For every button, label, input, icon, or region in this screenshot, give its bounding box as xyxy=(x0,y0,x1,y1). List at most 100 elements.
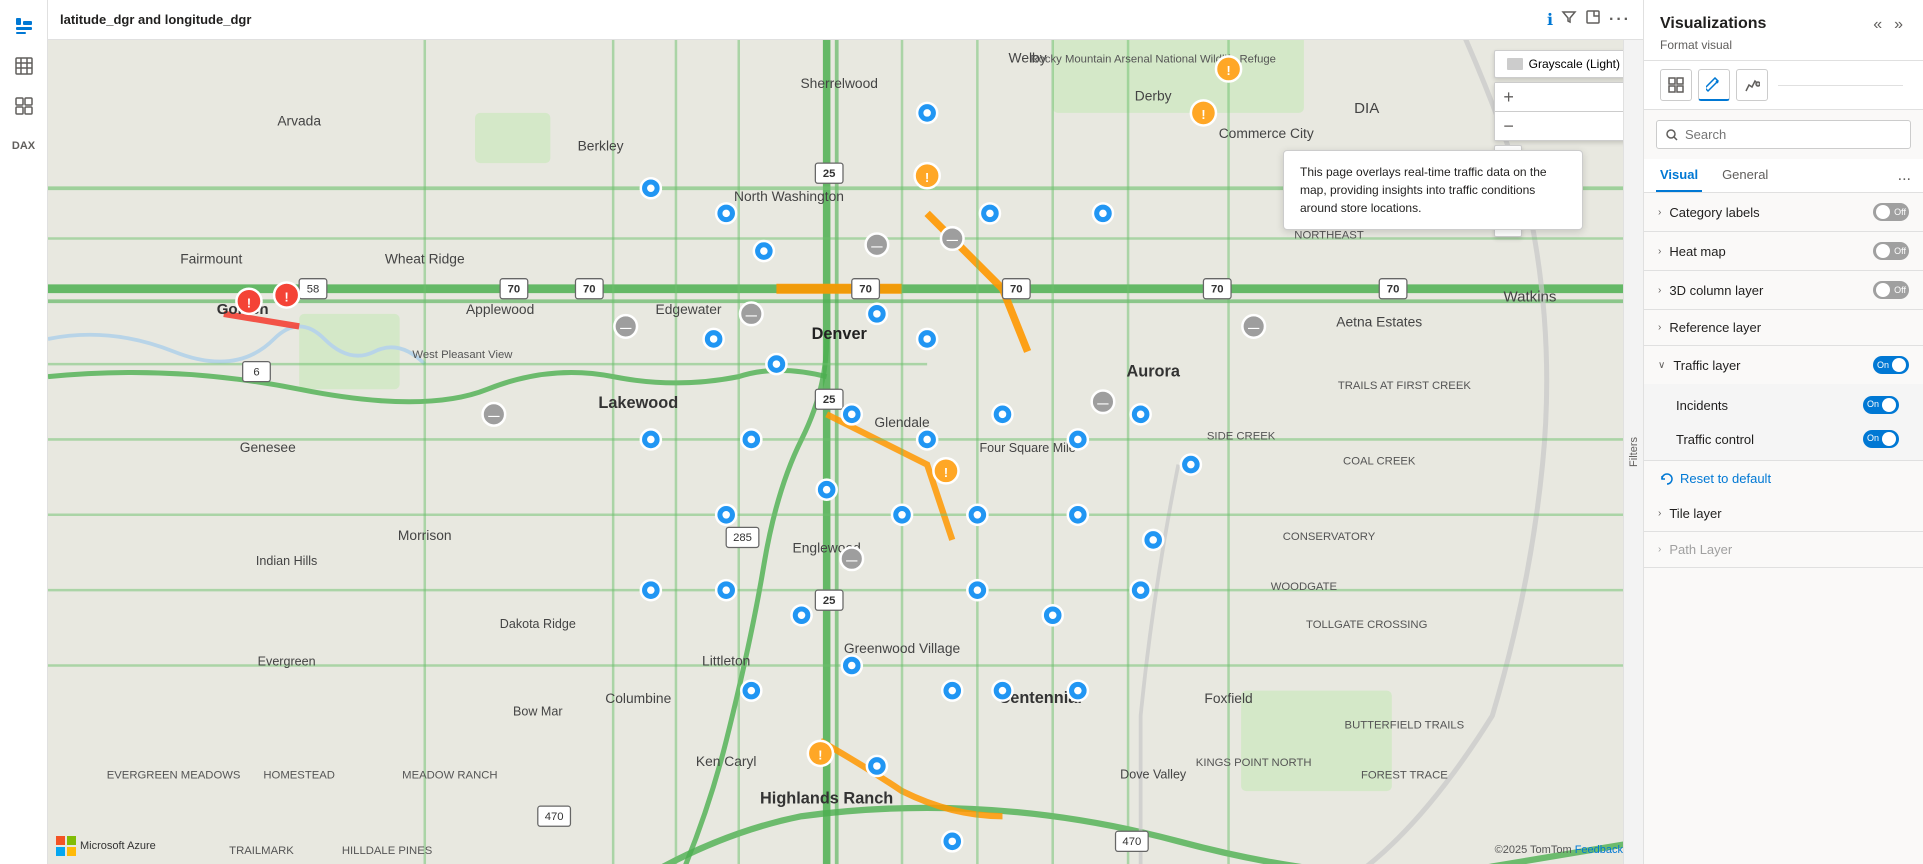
filters-bar[interactable]: Filters xyxy=(1623,40,1643,864)
main-content: latitude_dgr and longitude_dgr ℹ ··· xyxy=(48,0,1643,864)
grid-format-button[interactable] xyxy=(1660,69,1692,101)
toggle-knob xyxy=(1876,244,1890,258)
svg-text:6: 6 xyxy=(253,366,259,378)
traffic-control-toggle[interactable]: On xyxy=(1863,430,1899,448)
azure-logo-label: Microsoft Azure xyxy=(80,840,156,852)
left-sidebar: DAX xyxy=(0,0,48,864)
section-tile-layer-header[interactable]: › Tile layer xyxy=(1644,496,1923,531)
section-3d-column: › 3D column layer Off xyxy=(1644,271,1923,310)
model-nav-icon[interactable] xyxy=(6,88,42,124)
zoom-out-button[interactable]: − xyxy=(1495,112,1523,140)
svg-text:WOODGATE: WOODGATE xyxy=(1271,581,1338,593)
top-bar: latitude_dgr and longitude_dgr ℹ ··· xyxy=(48,0,1643,40)
feedback-link[interactable]: Feedback xyxy=(1575,844,1623,856)
toggle-knob xyxy=(1876,205,1890,219)
map-style-icon xyxy=(1507,58,1523,70)
expand-icon[interactable] xyxy=(1585,9,1601,30)
panel-expand-button[interactable]: » xyxy=(1890,12,1907,38)
svg-text:CONSERVATORY: CONSERVATORY xyxy=(1283,531,1376,543)
svg-text:!: ! xyxy=(247,297,251,311)
search-input[interactable] xyxy=(1685,127,1902,142)
svg-text:70: 70 xyxy=(1387,284,1400,296)
info-icon[interactable]: ℹ xyxy=(1547,10,1553,30)
svg-text:25: 25 xyxy=(823,394,836,406)
tab-general[interactable]: General xyxy=(1718,159,1772,192)
svg-text:Wheat Ridge: Wheat Ridge xyxy=(385,251,465,267)
section-3d-column-header[interactable]: › 3D column layer Off xyxy=(1644,271,1923,309)
svg-text:Indian Hills: Indian Hills xyxy=(256,554,317,568)
chevron-right-icon-3d: › xyxy=(1658,285,1661,296)
section-traffic-layer-title: ∨ Traffic layer xyxy=(1658,358,1741,373)
section-heat-map: › Heat map Off xyxy=(1644,232,1923,271)
panel-subtitle: Format visual xyxy=(1660,38,1907,52)
heat-map-toggle[interactable]: Off xyxy=(1873,242,1909,260)
map-tooltip: This page overlays real-time traffic dat… xyxy=(1283,150,1583,230)
svg-text:NORTHEAST: NORTHEAST xyxy=(1294,229,1364,241)
traffic-control-sub-item: Traffic control On xyxy=(1644,422,1923,456)
svg-text:West Pleasant View: West Pleasant View xyxy=(412,349,513,361)
chevron-right-icon-tile: › xyxy=(1658,508,1661,519)
map-logo: Microsoft Azure xyxy=(56,836,156,856)
report-nav-icon[interactable] xyxy=(6,8,42,44)
format-icons xyxy=(1644,61,1923,110)
panel-collapse-button[interactable]: « xyxy=(1869,12,1886,38)
right-panel: Visualizations « » Format visual xyxy=(1643,0,1923,864)
analytics-format-button[interactable] xyxy=(1736,69,1768,101)
map-attribution: ©2025 TomTom Feedback xyxy=(1495,844,1623,856)
incidents-toggle[interactable]: On xyxy=(1863,396,1899,414)
paint-format-button[interactable] xyxy=(1698,69,1730,101)
reset-button[interactable]: Reset to default xyxy=(1644,461,1923,496)
svg-text:Littleton: Littleton xyxy=(702,653,750,669)
svg-text:Applewood: Applewood xyxy=(466,301,534,317)
section-heat-map-title: › Heat map xyxy=(1658,244,1726,259)
svg-text:—: — xyxy=(1097,398,1109,410)
section-path-layer-title: › Path Layer xyxy=(1658,542,1732,557)
map-container[interactable]: 70 70 70 70 70 70 25 25 25 6 58 xyxy=(48,40,1643,864)
svg-text:70: 70 xyxy=(1211,284,1224,296)
svg-text:Fairmount: Fairmount xyxy=(180,251,242,267)
search-container xyxy=(1656,120,1911,149)
svg-text:70: 70 xyxy=(1010,284,1023,296)
tab-more-button[interactable]: ... xyxy=(1898,167,1911,185)
table-nav-icon[interactable] xyxy=(6,48,42,84)
map-style-button[interactable]: Grayscale (Light) xyxy=(1494,50,1633,78)
svg-text:Genesee: Genesee xyxy=(240,439,296,455)
section-heat-map-header[interactable]: › Heat map Off xyxy=(1644,232,1923,270)
svg-text:Morrison: Morrison xyxy=(398,527,452,543)
svg-text:MEADOW RANCH: MEADOW RANCH xyxy=(402,770,497,782)
svg-text:Evergreen: Evergreen xyxy=(258,655,316,669)
traffic-layer-toggle[interactable]: On xyxy=(1873,356,1909,374)
svg-text:!: ! xyxy=(818,749,822,763)
svg-text:—: — xyxy=(871,241,883,253)
section-category-labels-header[interactable]: › Category labels Off xyxy=(1644,193,1923,231)
tab-visual[interactable]: Visual xyxy=(1656,159,1702,192)
3d-column-toggle[interactable]: Off xyxy=(1873,281,1909,299)
svg-text:SIDE CREEK: SIDE CREEK xyxy=(1207,430,1276,442)
section-reference-layer-header[interactable]: › Reference layer xyxy=(1644,310,1923,345)
section-traffic-layer: ∨ Traffic layer On Incidents On Traffic … xyxy=(1644,346,1923,461)
svg-text:—: — xyxy=(846,555,858,567)
filter-icon[interactable] xyxy=(1561,9,1577,30)
dax-nav-icon[interactable]: DAX xyxy=(6,128,42,164)
svg-text:—: — xyxy=(1248,322,1260,334)
svg-text:Commerce City: Commerce City xyxy=(1219,125,1314,141)
traffic-control-label: Traffic control xyxy=(1676,432,1754,447)
svg-text:!: ! xyxy=(1226,64,1230,78)
more-icon[interactable]: ··· xyxy=(1609,11,1631,29)
svg-text:25: 25 xyxy=(823,595,836,607)
svg-text:Dove Valley: Dove Valley xyxy=(1120,768,1187,782)
top-icons: ℹ ··· xyxy=(1547,9,1631,30)
section-path-layer-header[interactable]: › Path Layer xyxy=(1644,532,1923,567)
svg-text:Berkley: Berkley xyxy=(578,138,624,154)
section-traffic-layer-header[interactable]: ∨ Traffic layer On xyxy=(1644,346,1923,384)
svg-text:Highlands Ranch: Highlands Ranch xyxy=(760,790,893,808)
chevron-down-icon-traffic: ∨ xyxy=(1658,360,1665,371)
zoom-in-button[interactable]: + xyxy=(1495,83,1523,111)
category-labels-toggle[interactable]: Off xyxy=(1873,203,1909,221)
svg-text:Dakota Ridge: Dakota Ridge xyxy=(500,617,576,631)
svg-text:Watkins: Watkins xyxy=(1503,288,1556,305)
svg-text:COAL CREEK: COAL CREEK xyxy=(1343,456,1416,468)
svg-text:DIA: DIA xyxy=(1354,100,1380,117)
toggle-knob xyxy=(1892,358,1906,372)
svg-text:Glendale: Glendale xyxy=(874,414,930,430)
